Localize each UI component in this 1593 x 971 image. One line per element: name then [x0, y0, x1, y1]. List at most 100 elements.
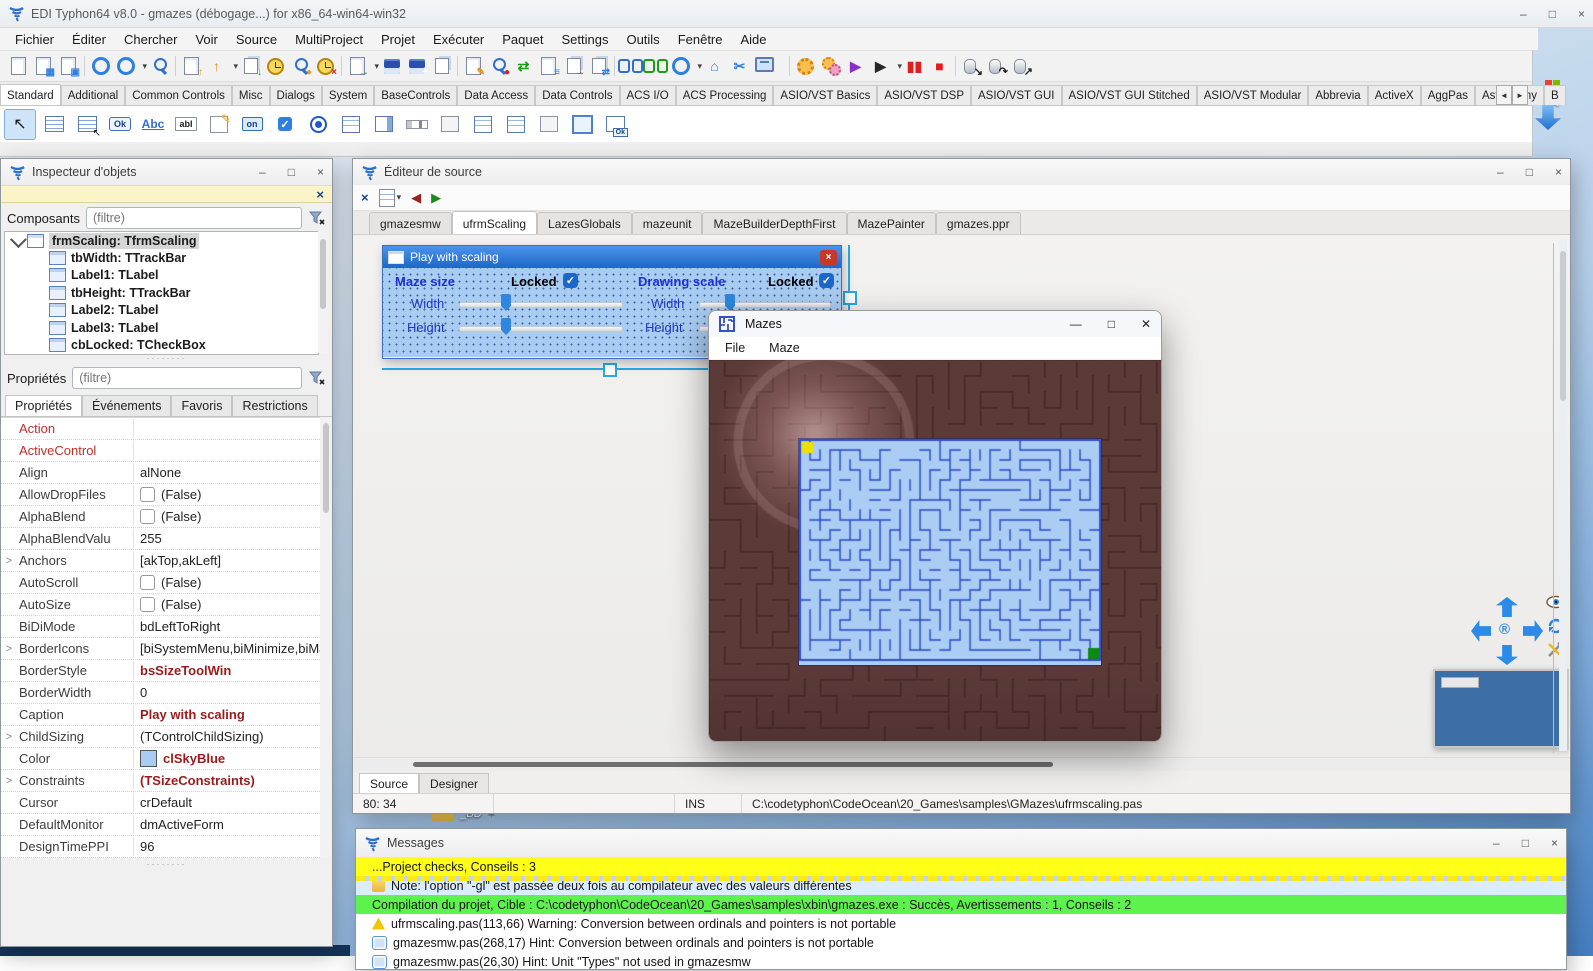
locked-checkbox[interactable]: ✓ — [563, 273, 578, 288]
toolbar-find[interactable] — [618, 53, 643, 79]
property-row-BiDiMode[interactable]: > BiDiMode bdLeftToRight — [1, 616, 320, 638]
selection-handle[interactable] — [603, 363, 617, 377]
expand-chevron-icon[interactable]: > — [1, 643, 17, 655]
palette-tab-basecontrols[interactable]: BaseControls — [374, 85, 457, 105]
property-grid-scrollbar[interactable] — [320, 417, 332, 857]
palette-tab-asio-vst-gui-stitched[interactable]: ASIO/VST GUI Stitched — [1062, 85, 1197, 105]
property-row-AlphaBlendValu[interactable]: > AlphaBlendValu 255 — [1, 528, 320, 550]
editor-horizontal-scrollbar[interactable] — [353, 757, 1570, 772]
tree-item-cblocked[interactable]: cbLocked: TCheckBox — [5, 336, 318, 353]
inspector-tab-proprietes[interactable]: Propriétés — [5, 395, 82, 416]
expand-chevron-icon[interactable]: > — [1, 621, 17, 633]
expand-chevron-icon[interactable]: > — [1, 665, 17, 677]
toolbar-goto-line[interactable]: → — [345, 53, 370, 79]
filter-funnel-icon[interactable] — [308, 369, 326, 387]
locked-checkbox[interactable]: ✓ — [819, 273, 834, 288]
toolbar-save[interactable] — [379, 53, 404, 79]
mazes-title-bar[interactable]: Mazes — □ ✕ — [709, 311, 1161, 337]
toolbar-cut-tools[interactable]: ✂ — [727, 53, 752, 79]
expand-chevron-icon[interactable]: > — [1, 753, 17, 765]
component-tlistbox[interactable] — [336, 110, 366, 139]
view-tab-designer[interactable]: Designer — [419, 773, 489, 793]
maximize-button[interactable]: □ — [1549, 8, 1556, 20]
close-button[interactable]: × — [317, 166, 324, 178]
property-row-DefaultMonitor[interactable]: > DefaultMonitor dmActiveForm — [1, 814, 320, 836]
toolbar-sep2[interactable] — [172, 53, 179, 79]
width-trackbar[interactable] — [459, 302, 623, 308]
expand-chevron-icon[interactable]: > — [1, 775, 17, 787]
expand-chevron-icon[interactable]: > — [1, 489, 17, 501]
property-row-DesignTimePPI[interactable]: > DesignTimePPI 96 — [1, 836, 320, 858]
message-row-warning[interactable]: ufrmscaling.pas(113,66) Warning: Convers… — [356, 914, 1566, 933]
toolbar-sep4[interactable] — [454, 53, 461, 79]
toolbar-sep7[interactable] — [952, 53, 959, 79]
message-row-hint-1[interactable]: gmazesmw.pas(268,17) Hint: Conversion be… — [356, 933, 1566, 952]
palette-tab-asio-vst-modular[interactable]: ASIO/VST Modular — [1197, 85, 1309, 105]
property-row-Cursor[interactable]: > Cursor crDefault — [1, 792, 320, 814]
toolbar-step-over[interactable]: ↷ — [984, 53, 1009, 79]
menu-editer[interactable]: Éditer — [63, 30, 115, 49]
mazes-menu-file[interactable]: File — [715, 339, 755, 357]
inspector-tab-evenements[interactable]: Événements — [82, 395, 171, 416]
value-checkbox[interactable] — [140, 575, 155, 590]
property-row-Anchors[interactable]: > Anchors [akTop,akLeft] — [1, 550, 320, 572]
property-row-Caption[interactable]: > Caption Play with scaling — [1, 704, 320, 726]
component-tmainmenu[interactable] — [39, 110, 69, 139]
form-title-bar[interactable]: Play with scaling × — [383, 246, 841, 268]
expand-chevron-icon[interactable]: > — [1, 687, 17, 699]
toolbar-view-units[interactable] — [88, 53, 113, 79]
component-tbuttonpanel[interactable]: Ok — [600, 110, 630, 139]
palette-tab-system[interactable]: System — [322, 85, 374, 105]
toolbar-edit-page[interactable]: ✎ — [461, 53, 486, 79]
expand-chevron-icon[interactable]: > — [1, 577, 17, 589]
menu-source[interactable]: Source — [227, 30, 286, 49]
menu-projet[interactable]: Projet — [372, 30, 424, 49]
expand-chevron-icon[interactable]: > — [1, 445, 17, 457]
nav-center-icon[interactable]: ® — [1499, 621, 1510, 638]
palette-tab-acs-processing[interactable]: ACS Processing — [676, 85, 774, 105]
trackbar-thumb[interactable] — [501, 318, 511, 335]
toolbar-build[interactable] — [793, 53, 818, 79]
width-trackbar[interactable] — [699, 302, 831, 308]
property-row-Color[interactable]: > Color clSkyBlue — [1, 748, 320, 770]
close-button[interactable]: × — [1555, 166, 1562, 178]
toolbar-find-source[interactable] — [147, 53, 172, 79]
tree-item-label1[interactable]: Label1: TLabel — [5, 267, 318, 284]
value-checkbox[interactable] — [140, 509, 155, 524]
editor-title-bar[interactable]: Éditeur de source – □ × — [353, 159, 1570, 186]
property-row-BorderStyle[interactable]: > BorderStyle bsSizeToolWin — [1, 660, 320, 682]
toolbar-swap-units[interactable]: ⇄ — [586, 53, 611, 79]
close-button[interactable]: ✕ — [1141, 317, 1151, 331]
toolbar-revert[interactable]: ↓ — [238, 53, 263, 79]
maximize-button[interactable]: □ — [1522, 837, 1529, 849]
palette-tab-acs-io[interactable]: ACS I/O — [620, 85, 676, 105]
nav-up-arrow-icon[interactable] — [1496, 597, 1518, 617]
component-tbutton[interactable]: Ok — [105, 110, 135, 139]
expand-chevron-icon[interactable]: > — [1, 599, 17, 611]
expand-chevron-icon[interactable] — [10, 231, 27, 248]
expand-chevron-icon[interactable]: > — [1, 819, 17, 831]
palette-tab-asio-vst-basics[interactable]: ASIO/VST Basics — [773, 85, 877, 105]
menu-settings[interactable]: Settings — [552, 30, 617, 49]
toolbar-build-all[interactable] — [818, 53, 843, 79]
component-tmemo[interactable] — [204, 110, 234, 139]
editor-tab-gmazes-ppr[interactable]: gmazes.ppr — [936, 212, 1021, 234]
components-filter-input[interactable] — [86, 207, 302, 229]
property-row-Action[interactable]: > Action — [1, 418, 320, 440]
tree-item-frmscaling[interactable]: frmScaling: TfrmScaling — [5, 232, 318, 249]
maze-canvas-area[interactable] — [709, 360, 1161, 742]
expand-chevron-icon[interactable]: > — [1, 841, 17, 853]
inspector-tab-favoris[interactable]: Favoris — [171, 395, 232, 416]
splitter-handle[interactable]: ········ — [1, 353, 332, 363]
palette-scroll-left-icon[interactable]: ◄ — [1496, 85, 1512, 105]
trackbar-thumb[interactable] — [501, 294, 511, 311]
expand-chevron-icon[interactable]: > — [1, 731, 17, 743]
menu-multiproject[interactable]: MultiProject — [286, 30, 372, 49]
toolbar-save-all[interactable]: + — [404, 53, 429, 79]
toolbar-sync-edit[interactable]: ⇄ — [511, 53, 536, 79]
tree-item-tbheight[interactable]: tbHeight: TTrackBar — [5, 284, 318, 301]
property-row-BorderWidth[interactable]: > BorderWidth 0 — [1, 682, 320, 704]
height-trackbar[interactable] — [459, 326, 623, 332]
editor-tab-ufrmscaling[interactable]: ufrmScaling — [452, 211, 537, 234]
component-tframe[interactable] — [567, 110, 597, 139]
